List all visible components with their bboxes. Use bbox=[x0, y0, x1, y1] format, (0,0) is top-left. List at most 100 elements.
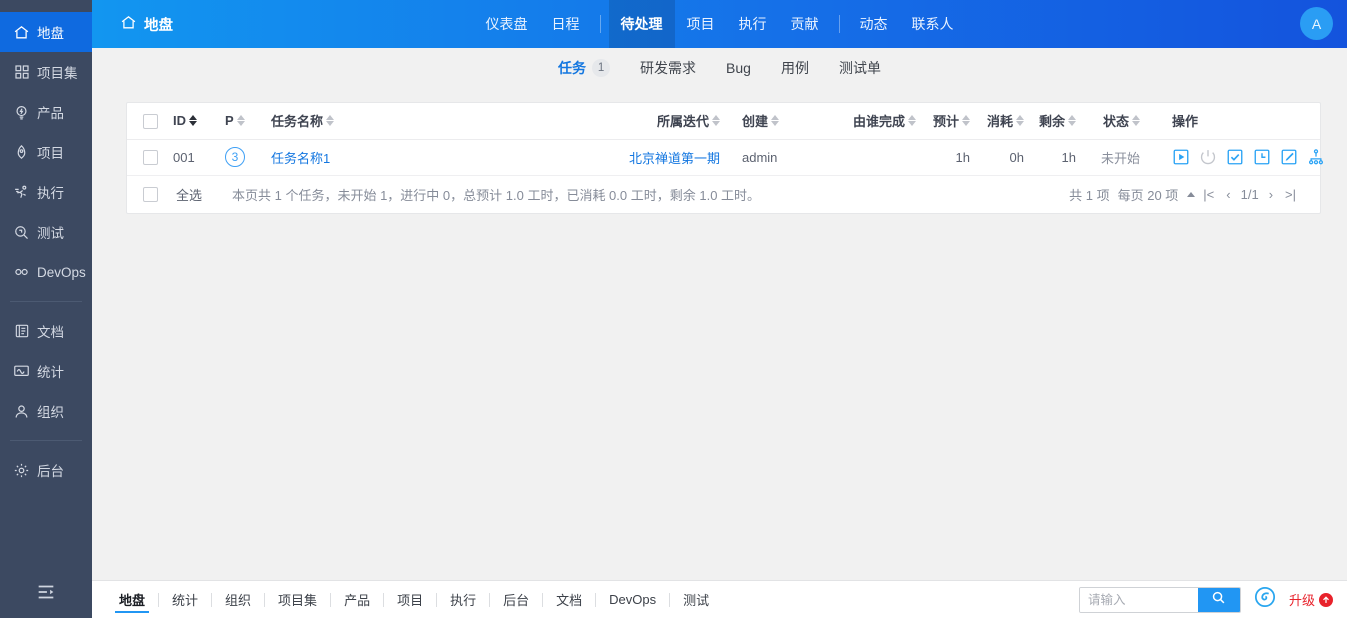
page-last-button[interactable]: >| bbox=[1281, 187, 1300, 202]
th-label: 状态 bbox=[1103, 111, 1129, 130]
bottom-tab-label: 统计 bbox=[172, 590, 198, 609]
topnav-label: 联系人 bbox=[912, 14, 954, 34]
th-left[interactable]: 剩余 bbox=[1032, 103, 1084, 139]
sidebar-secondary-group: 文档 统计 组织 bbox=[0, 311, 92, 431]
sidebar-item-document[interactable]: 文档 bbox=[0, 311, 92, 351]
sidebar-item-organization[interactable]: 组织 bbox=[0, 391, 92, 431]
search-input[interactable] bbox=[1080, 588, 1198, 612]
topnav-item-dynamic[interactable]: 动态 bbox=[848, 0, 900, 48]
sort-icon[interactable] bbox=[712, 115, 720, 126]
sidebar-item-statistics[interactable]: 统计 bbox=[0, 351, 92, 391]
sidebar-item-label: 测试 bbox=[37, 222, 64, 242]
table-header-row: ID P 任务名称 所属迭代 创 bbox=[127, 103, 1320, 139]
task-table-head: ID P 任务名称 所属迭代 创 bbox=[127, 103, 1320, 139]
topnav-divider bbox=[600, 15, 601, 33]
cell-name: 任务名称1 bbox=[267, 139, 600, 175]
select-all-checkbox-header[interactable] bbox=[143, 114, 158, 129]
check-finish-icon[interactable] bbox=[1226, 148, 1244, 166]
th-name[interactable]: 任务名称 bbox=[267, 103, 600, 139]
page-next-button[interactable]: › bbox=[1265, 187, 1277, 202]
select-all-label[interactable]: 全选 bbox=[176, 185, 202, 204]
sidebar-item-product[interactable]: 产品 bbox=[0, 92, 92, 132]
th-estimate[interactable]: 预计 bbox=[924, 103, 978, 139]
topnav-item-contacts[interactable]: 联系人 bbox=[900, 0, 966, 48]
table-row: 001 3 任务名称1 北京禅道第一期 admin 1h 0h 1h 未开始 bbox=[127, 139, 1320, 175]
play-start-icon[interactable] bbox=[1172, 148, 1190, 166]
topnav-item-contribution[interactable]: 贡献 bbox=[779, 0, 831, 48]
tab-story[interactable]: 研发需求 bbox=[625, 58, 711, 78]
tab-label: 用例 bbox=[781, 58, 809, 78]
topnav-item-calendar[interactable]: 日程 bbox=[540, 0, 592, 48]
th-id[interactable]: ID bbox=[169, 103, 221, 139]
sidebar-item-project[interactable]: 项目 bbox=[0, 132, 92, 172]
bottom-tab-statistics[interactable]: 统计 bbox=[159, 581, 211, 618]
sidebar-item-program[interactable]: 项目集 bbox=[0, 52, 92, 92]
sidebar-item-test[interactable]: 测试 bbox=[0, 212, 92, 252]
sort-icon[interactable] bbox=[908, 115, 916, 126]
chevron-up-icon[interactable] bbox=[1187, 192, 1195, 197]
bottom-tab-document[interactable]: 文档 bbox=[543, 581, 595, 618]
th-priority[interactable]: P bbox=[221, 103, 267, 139]
th-status[interactable]: 状态 bbox=[1084, 103, 1148, 139]
upgrade-button[interactable]: 升级 bbox=[1289, 590, 1333, 609]
grid-icon bbox=[13, 64, 30, 81]
bottom-tab-dipan[interactable]: 地盘 bbox=[106, 581, 158, 618]
th-finished-by[interactable]: 由谁完成 bbox=[820, 103, 924, 139]
iteration-link[interactable]: 北京禅道第一期 bbox=[629, 151, 720, 166]
bottom-tab-organization[interactable]: 组织 bbox=[212, 581, 264, 618]
row-action-group bbox=[1172, 148, 1316, 166]
topnav-item-dashboard[interactable]: 仪表盘 bbox=[474, 0, 540, 48]
task-table-body: 001 3 任务名称1 北京禅道第一期 admin 1h 0h 1h 未开始 bbox=[127, 139, 1320, 175]
th-consumed[interactable]: 消耗 bbox=[978, 103, 1032, 139]
avatar[interactable]: A bbox=[1300, 7, 1333, 40]
sort-icon[interactable] bbox=[1068, 115, 1076, 126]
th-label: 预计 bbox=[933, 111, 959, 130]
row-checkbox[interactable] bbox=[143, 150, 158, 165]
sidebar-item-dipan[interactable]: 地盘 bbox=[0, 12, 92, 52]
status-badge: 未开始 bbox=[1101, 151, 1140, 166]
sort-icon[interactable] bbox=[237, 115, 245, 126]
bottom-tab-project[interactable]: 项目 bbox=[384, 581, 436, 618]
select-all-checkbox-footer[interactable] bbox=[143, 187, 158, 202]
sort-icon[interactable] bbox=[189, 115, 197, 126]
sidebar-item-label: 产品 bbox=[37, 102, 64, 122]
topnav-item-todo[interactable]: 待处理 bbox=[609, 0, 675, 48]
bottom-tab-admin[interactable]: 后台 bbox=[490, 581, 542, 618]
bottom-tab-execution[interactable]: 执行 bbox=[437, 581, 489, 618]
tab-case[interactable]: 用例 bbox=[766, 58, 824, 78]
sort-icon[interactable] bbox=[1016, 115, 1024, 126]
per-page-selector[interactable]: 每页 20 项 bbox=[1116, 185, 1181, 204]
topnav-item-project[interactable]: 项目 bbox=[675, 0, 727, 48]
tab-bug[interactable]: Bug bbox=[711, 60, 766, 76]
sidebar-item-admin[interactable]: 后台 bbox=[0, 450, 92, 490]
sidebar-item-execution[interactable]: 执行 bbox=[0, 172, 92, 212]
split-branch-icon[interactable] bbox=[1307, 148, 1325, 166]
page-first-button[interactable]: |< bbox=[1199, 187, 1218, 202]
tab-testtask[interactable]: 测试单 bbox=[824, 58, 896, 78]
sort-icon[interactable] bbox=[962, 115, 970, 126]
tab-task[interactable]: 任务 1 bbox=[543, 58, 625, 78]
topnav-item-execution[interactable]: 执行 bbox=[727, 0, 779, 48]
bottom-tab-devops[interactable]: DevOps bbox=[596, 581, 669, 618]
sidebar-item-devops[interactable]: DevOps bbox=[0, 252, 92, 292]
bottom-tab-product[interactable]: 产品 bbox=[331, 581, 383, 618]
tab-label: Bug bbox=[726, 60, 751, 76]
search-button[interactable] bbox=[1198, 588, 1240, 612]
topnav-label: 项目 bbox=[687, 14, 715, 34]
sort-icon[interactable] bbox=[1132, 115, 1140, 126]
page-prev-button[interactable]: ‹ bbox=[1222, 187, 1234, 202]
bottom-tab-program[interactable]: 项目集 bbox=[265, 581, 330, 618]
edit-pencil-icon[interactable] bbox=[1280, 148, 1298, 166]
sort-icon[interactable] bbox=[771, 115, 779, 126]
bottom-tab-test[interactable]: 测试 bbox=[670, 581, 722, 618]
spiral-logo-icon[interactable] bbox=[1254, 586, 1276, 613]
th-created[interactable]: 创建 bbox=[728, 103, 820, 139]
task-name-link[interactable]: 任务名称1 bbox=[271, 151, 330, 166]
sort-icon[interactable] bbox=[326, 115, 334, 126]
cell-finished-by bbox=[820, 139, 924, 175]
sidebar-collapse-button[interactable] bbox=[0, 570, 92, 618]
power-close-icon[interactable] bbox=[1199, 148, 1217, 166]
top-header: 地盘 仪表盘 日程 待处理 项目 执行 贡献 动态 联系人 A bbox=[92, 0, 1347, 48]
clock-record-icon[interactable] bbox=[1253, 148, 1271, 166]
th-iteration[interactable]: 所属迭代 bbox=[600, 103, 728, 139]
